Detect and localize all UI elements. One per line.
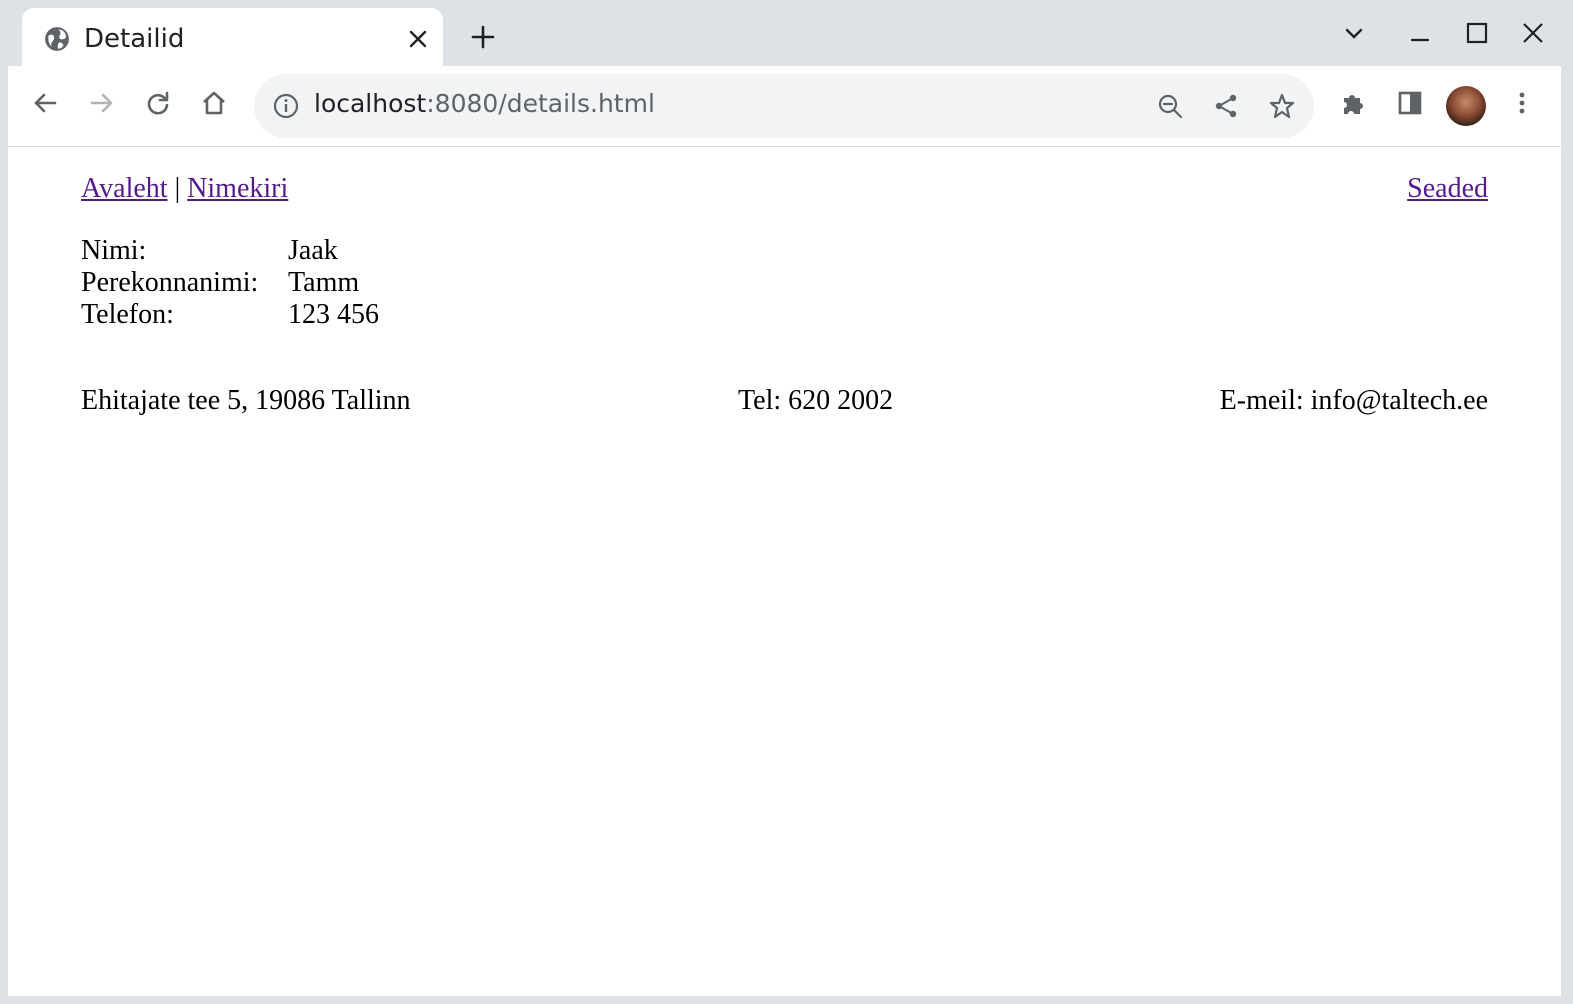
url-host: localhost (314, 89, 427, 118)
url-path: :8080/details.html (426, 89, 655, 118)
tab-details[interactable]: Detailid (22, 8, 443, 70)
site-info-icon[interactable] (272, 92, 300, 120)
last-name-value: Tamm (288, 267, 360, 298)
side-panel-icon[interactable] (1395, 88, 1425, 118)
home-icon[interactable] (199, 88, 229, 118)
browser-window: Detailid localhost:8080/details.html Ava… (8, 0, 1561, 996)
settings-nav: Seaded (1407, 173, 1488, 205)
more-menu-icon[interactable] (1507, 88, 1537, 118)
footer-email: E-meil: info@taltech.ee (1219, 385, 1488, 416)
maximize-icon[interactable] (1464, 20, 1490, 46)
list-link[interactable]: Nimekiri (187, 173, 288, 204)
home-link[interactable]: Avaleht (81, 173, 168, 204)
details-row-phone: Telefon: 123 456 (81, 299, 379, 331)
reload-icon[interactable] (143, 88, 173, 118)
first-name-value: Jaak (288, 235, 338, 266)
page-content: Avaleht | Nimekiri Seaded Nimi: Jaak Per… (8, 147, 1561, 996)
minimize-icon[interactable] (1407, 20, 1433, 46)
last-name-label: Perekonnanimi: (81, 267, 259, 298)
share-icon[interactable] (1212, 92, 1240, 120)
details-row-surname: Perekonnanimi: Tamm (81, 267, 379, 299)
address-bar[interactable]: localhost:8080/details.html (254, 74, 1314, 138)
close-window-icon[interactable] (1520, 20, 1546, 46)
globe-icon (45, 27, 69, 51)
new-tab-icon[interactable] (470, 24, 496, 50)
zoom-out-icon[interactable] (1156, 92, 1184, 120)
details-row-name: Nimi: Jaak (81, 235, 379, 267)
details-table: Nimi: Jaak Perekonnanimi: Tamm Telefon: … (81, 235, 379, 331)
tab-bar: Detailid (8, 0, 1561, 70)
main-nav: Avaleht | Nimekiri (81, 173, 288, 205)
footer-phone: Tel: 620 2002 (738, 385, 894, 416)
url-text[interactable]: localhost:8080/details.html (314, 89, 655, 118)
extensions-puzzle-icon[interactable] (1338, 88, 1368, 118)
tab-search-chevron-icon[interactable] (1341, 20, 1367, 46)
back-arrow-icon[interactable] (30, 88, 60, 118)
profile-avatar[interactable] (1446, 86, 1486, 126)
phone-value: 123 456 (288, 299, 379, 330)
forward-arrow-icon[interactable] (87, 88, 117, 118)
browser-toolbar: localhost:8080/details.html (8, 66, 1561, 148)
bookmark-star-icon[interactable] (1268, 92, 1296, 120)
settings-link[interactable]: Seaded (1407, 173, 1488, 204)
footer-address: Ehitajate tee 5, 19086 Tallinn (81, 385, 411, 416)
first-name-label: Nimi: (81, 235, 147, 266)
phone-label: Telefon: (81, 299, 174, 330)
tab-title: Detailid (84, 24, 185, 54)
nav-separator: | (174, 173, 181, 204)
close-tab-icon[interactable] (407, 28, 429, 50)
